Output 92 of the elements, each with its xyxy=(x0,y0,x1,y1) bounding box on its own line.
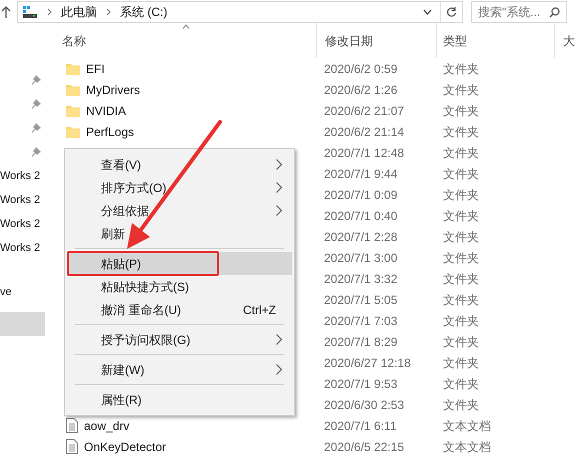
column-header[interactable]: 类型 xyxy=(443,32,467,50)
sidebar-item[interactable]: Works 2 xyxy=(0,164,45,188)
menu-item[interactable]: 属性(R) xyxy=(67,388,292,411)
chevron-icon xyxy=(47,8,52,16)
chevron-icon xyxy=(106,8,111,16)
date-modified: 2020/7/1 9:44 xyxy=(324,166,398,180)
date-modified: 2020/7/1 3:32 xyxy=(324,272,398,286)
menu-item[interactable]: 排序方式(O) xyxy=(67,176,292,199)
menu-item[interactable]: 查看(V) xyxy=(67,153,292,176)
date-modified: 2020/6/2 21:07 xyxy=(324,104,404,118)
file-name[interactable]: EFI xyxy=(86,60,105,78)
folder-icon xyxy=(66,82,80,96)
folder-icon xyxy=(66,104,80,118)
menu-item[interactable]: 分组依据 xyxy=(67,199,292,222)
date-modified: 2020/7/1 6:11 xyxy=(324,418,397,432)
date-modified: 2020/6/30 2:53 xyxy=(324,398,404,412)
file-type: 文件夹 xyxy=(443,314,479,328)
pin-icon[interactable] xyxy=(32,147,41,157)
folder-icon xyxy=(66,124,80,138)
drive-icon xyxy=(22,5,38,19)
dropdown-chevron-icon[interactable] xyxy=(423,9,432,15)
date-modified: 2020/7/1 7:03 xyxy=(324,314,398,328)
date-modified: 2020/7/1 5:05 xyxy=(324,292,398,306)
column-header[interactable]: 修改日期 xyxy=(325,32,373,50)
sidebar-item[interactable]: Works 2 xyxy=(0,236,45,260)
menu-item[interactable]: 粘贴(P) xyxy=(67,252,292,275)
date-modified: 2020/6/2 21:14 xyxy=(324,124,404,138)
submenu-chevron-icon xyxy=(276,182,282,193)
menu-item[interactable]: 新建(W) xyxy=(67,358,292,381)
search-field[interactable]: 搜索"系统... xyxy=(471,1,567,23)
search-icon xyxy=(549,6,560,18)
submenu-chevron-icon xyxy=(276,364,282,375)
date-modified: 2020/7/1 8:29 xyxy=(324,334,398,348)
file-type: 文件夹 xyxy=(443,398,479,412)
up-arrow-icon[interactable] xyxy=(1,6,11,18)
menu-item[interactable]: 撤消 重命名(U) Ctrl+Z xyxy=(67,298,292,321)
shortcut-label: Ctrl+Z xyxy=(243,302,276,318)
refresh-icon[interactable] xyxy=(446,6,457,18)
file-name[interactable]: MyDrivers xyxy=(86,80,140,98)
file-type: 文件夹 xyxy=(443,376,479,390)
column-header[interactable]: 名称 xyxy=(62,32,86,50)
file-type: 文件夹 xyxy=(443,82,479,96)
file-type: 文件夹 xyxy=(443,188,479,202)
date-modified: 2020/6/27 12:18 xyxy=(324,356,411,370)
date-modified: 2020/6/2 1:26 xyxy=(324,82,398,96)
search-placeholder: 搜索"系统... xyxy=(478,4,542,21)
date-modified: 2020/7/1 0:09 xyxy=(324,188,398,202)
pin-icon[interactable] xyxy=(32,75,41,85)
submenu-chevron-icon xyxy=(276,205,282,216)
pin-icon[interactable] xyxy=(32,123,41,133)
file-type: 文本文档 xyxy=(443,440,491,454)
menu-item[interactable]: 粘贴快捷方式(S) xyxy=(67,275,292,298)
date-modified: 2020/7/1 0:40 xyxy=(324,208,398,222)
file-type: 文件夹 xyxy=(443,146,479,160)
file-name[interactable]: OnKeyDetector xyxy=(84,438,166,456)
sort-caret-icon xyxy=(182,24,190,29)
column-header[interactable]: 大 xyxy=(563,32,575,50)
date-modified: 2020/6/2 0:59 xyxy=(324,62,398,76)
file-type: 文件夹 xyxy=(443,166,479,180)
file-type: 文件夹 xyxy=(443,124,479,138)
breadcrumb[interactable]: 系统 (C:) xyxy=(120,3,168,21)
file-type: 文本文档 xyxy=(443,418,491,432)
file-type: 文件夹 xyxy=(443,250,479,264)
menu-item[interactable]: 刷新 xyxy=(67,222,292,245)
sidebar-item[interactable]: Works 2 xyxy=(0,188,45,212)
pin-icon[interactable] xyxy=(32,99,41,109)
file-type: 文件夹 xyxy=(443,208,479,222)
submenu-chevron-icon xyxy=(276,159,282,170)
date-modified: 2020/7/1 9:53 xyxy=(324,376,398,390)
file-type: 文件夹 xyxy=(443,272,479,286)
document-icon xyxy=(66,418,78,433)
folder-icon xyxy=(66,62,80,76)
menu-item[interactable]: 授予访问权限(G) xyxy=(67,328,292,351)
document-icon xyxy=(66,439,78,454)
file-type: 文件夹 xyxy=(443,104,479,118)
date-modified: 2020/7/1 3:00 xyxy=(324,250,398,264)
file-type: 文件夹 xyxy=(443,292,479,306)
date-modified: 2020/7/1 2:28 xyxy=(324,230,398,244)
file-type: 文件夹 xyxy=(443,334,479,348)
file-type: 文件夹 xyxy=(443,356,479,370)
file-type: 文件夹 xyxy=(443,62,479,76)
submenu-chevron-icon xyxy=(276,334,282,345)
sidebar-item[interactable]: Works 2 xyxy=(0,212,45,236)
file-type: 文件夹 xyxy=(443,230,479,244)
file-name[interactable]: PerfLogs xyxy=(86,122,134,140)
date-modified: 2020/6/5 22:15 xyxy=(324,440,404,454)
breadcrumb[interactable]: 此电脑 xyxy=(61,3,97,21)
file-name[interactable]: aow_drv xyxy=(84,416,130,434)
sidebar-item[interactable]: ve xyxy=(0,280,45,304)
address-bar[interactable]: 此电脑 系统 (C:) xyxy=(17,1,463,23)
file-name[interactable]: NVIDIA xyxy=(86,102,126,120)
date-modified: 2020/7/1 12:48 xyxy=(324,146,404,160)
